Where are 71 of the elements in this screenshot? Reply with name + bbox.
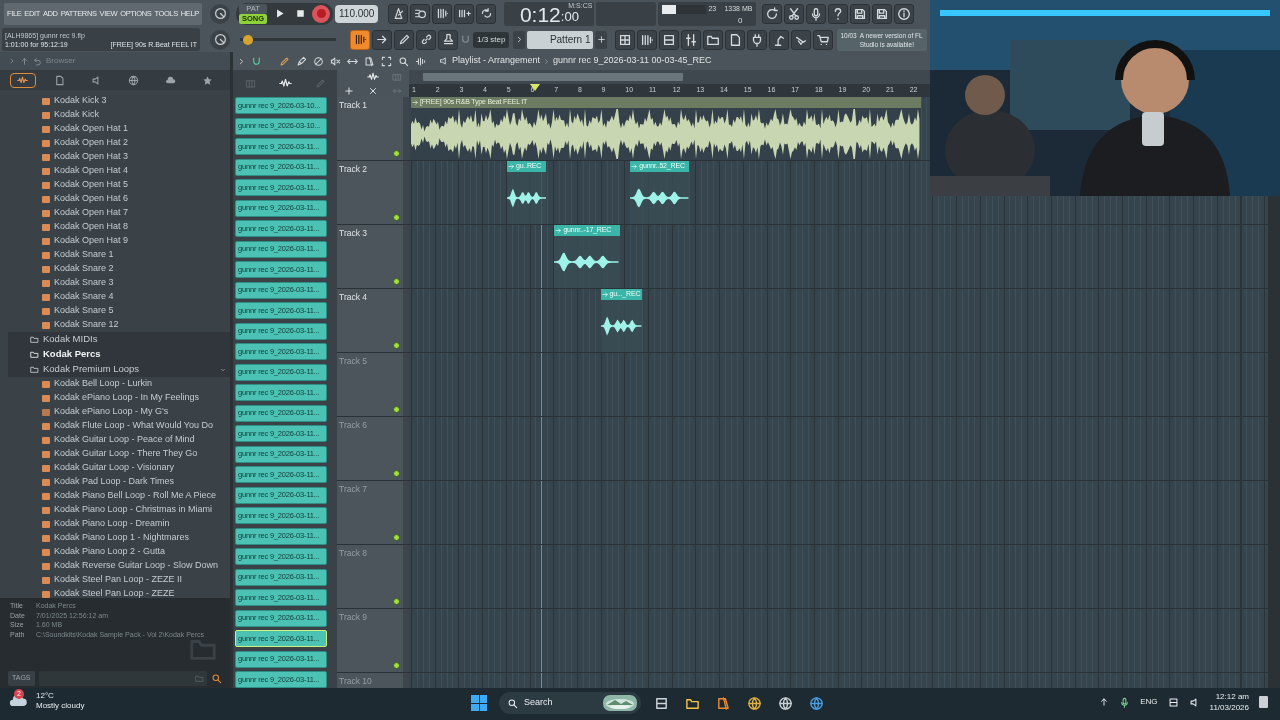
browser-item[interactable]: Kodak Snare 3 (0, 276, 230, 290)
browser-item[interactable]: Kodak Open Hat 8 (0, 220, 230, 234)
browser-item[interactable]: Kodak Piano Loop - Dreamin (0, 517, 230, 531)
browser-folder[interactable]: Kodak Percs (8, 347, 230, 362)
browser-item[interactable]: Kodak Open Hat 5 (0, 178, 230, 192)
browser-item[interactable]: Kodak ePiano Loop - In My Feelings (0, 391, 230, 405)
browser-item[interactable]: Kodak Bell Loop - Lurkin (0, 377, 230, 391)
track-name: Track 9 (339, 611, 368, 624)
clock-date[interactable]: 11/03/2026 (1209, 702, 1249, 713)
snap-selector[interactable]: 1/3 step (473, 31, 510, 48)
track-name: Track 6 (339, 419, 368, 432)
browser-item[interactable]: Kodak Flute Loop - What Would You Do (0, 419, 230, 433)
song-name: gunnr rec 9_2026-03-11 00-03-45_REC (553, 54, 712, 68)
language-indicator[interactable]: ENG (1140, 696, 1158, 708)
polyphony-reading: 0 (737, 14, 743, 27)
browser-item[interactable]: Kodak ePiano Loop - My G's (0, 405, 230, 419)
track-header[interactable]: Track 5 (337, 353, 403, 416)
track-name: Track 3 (339, 227, 368, 240)
track-name: Track 1 (339, 99, 368, 112)
browser-item[interactable]: Kodak Kick (0, 108, 230, 122)
browser-item[interactable]: Kodak Open Hat 1 (0, 122, 230, 136)
browser-item[interactable]: Kodak Guitar Loop - Peace of Mind (0, 433, 230, 447)
browser-item[interactable]: Kodak Snare 12 (0, 318, 230, 332)
browser-item[interactable]: Kodak Piano Bell Loop - Roll Me A Piece (0, 489, 230, 503)
track-header[interactable]: Track 2 (337, 161, 403, 224)
track-name: Track 10 (339, 675, 372, 688)
browser-item[interactable]: Kodak Open Hat 7 (0, 206, 230, 220)
browser-folder[interactable]: Kodak Premium Loops (8, 362, 230, 377)
browser-item[interactable]: Kodak Steel Pan Loop - ZEZE (0, 587, 230, 598)
browser-item[interactable]: Kodak Piano Loop 1 - Nightmares (0, 531, 230, 545)
browser-item[interactable]: Kodak Kick 3 (0, 94, 230, 108)
track-header[interactable]: Track 7 (337, 481, 403, 544)
browser-item[interactable]: Kodak Snare 5 (0, 304, 230, 318)
browser-item[interactable]: Kodak Guitar Loop - There They Go (0, 447, 230, 461)
browser-item[interactable]: Kodak Snare 1 (0, 248, 230, 262)
browser-item[interactable]: Kodak Steel Pan Loop - ZEZE II (0, 573, 230, 587)
track-header[interactable]: Track 6 (337, 417, 403, 480)
search-placeholder: Search (524, 696, 553, 710)
browser-item[interactable]: Kodak Open Hat 4 (0, 164, 230, 178)
browser-item[interactable]: Kodak Reverse Guitar Loop - Slow Down (0, 559, 230, 573)
temperature: 12°C (36, 691, 55, 701)
time-centiseconds: :00 (560, 8, 579, 26)
search-field[interactable]: Search (499, 692, 641, 714)
browser-item[interactable]: Kodak Guitar Loop - Visionary (0, 461, 230, 475)
browser-item[interactable]: Kodak Open Hat 3 (0, 150, 230, 164)
browser-item[interactable]: Kodak Open Hat 9 (0, 234, 230, 248)
weather-text: Mostly cloudy (36, 701, 85, 711)
tempo-field[interactable]: 110.000 (335, 4, 379, 23)
browser-item[interactable]: Kodak Piano Loop 2 - Gutta (0, 545, 230, 559)
browser-item[interactable]: Kodak Pad Loop - Dark Times (0, 475, 230, 489)
time-main: 0:12 (519, 3, 561, 26)
clock-time[interactable]: 12:12 am (1215, 691, 1249, 702)
browser-item[interactable]: Kodak Piano Loop - Christmas in Miami (0, 503, 230, 517)
track-header[interactable]: Track 4 (337, 289, 403, 352)
track-name: Track 7 (339, 483, 368, 496)
track-header[interactable]: Track 1 (337, 97, 403, 160)
track-header[interactable]: Track 9 (337, 609, 403, 672)
track-name: Track 8 (339, 547, 368, 560)
browser-item[interactable]: Kodak Open Hat 2 (0, 136, 230, 150)
track-name: Track 2 (339, 163, 368, 176)
track-name: Track 5 (339, 355, 368, 368)
browser-item[interactable]: Kodak Snare 2 (0, 262, 230, 276)
playlist-title: Playlist - Arrangement (452, 54, 541, 68)
track-header[interactable]: Track 3 (337, 225, 403, 288)
track-header[interactable]: Track 8 (337, 545, 403, 608)
track-name: Track 4 (339, 291, 368, 304)
browser-folder[interactable]: Kodak MIDIs (8, 332, 230, 347)
pattern-selector[interactable]: Pattern 1 (527, 30, 594, 49)
track-header[interactable]: Track 10 (337, 673, 403, 688)
browser-item[interactable]: Kodak Open Hat 6 (0, 192, 230, 206)
browser-item[interactable]: Kodak Snare 4 (0, 290, 230, 304)
